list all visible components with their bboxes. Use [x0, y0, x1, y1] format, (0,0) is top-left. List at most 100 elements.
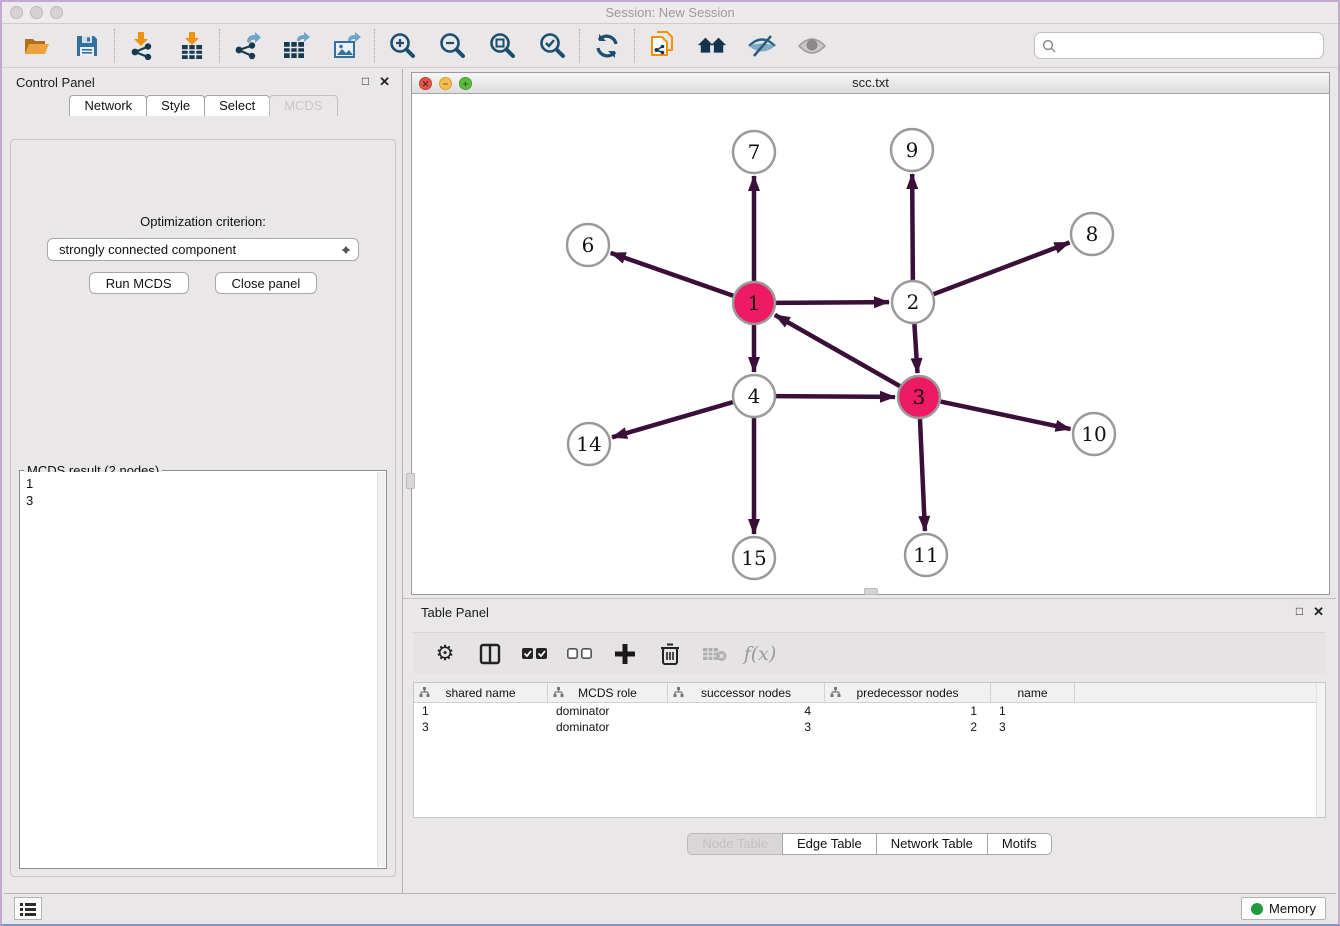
maximize-window-button[interactable] — [50, 6, 63, 19]
svg-text:10: 10 — [1081, 422, 1106, 446]
edge-3-10[interactable] — [941, 402, 1071, 429]
network-frame-titlebar[interactable]: ✕ − + scc.txt — [412, 73, 1329, 94]
close-table-panel-icon[interactable]: ✕ — [1313, 604, 1324, 620]
import-table-icon[interactable] — [177, 31, 207, 61]
node-14[interactable]: 14 — [568, 423, 610, 465]
network-canvas[interactable]: 7 9 6 8 1 2 4 3 14 10 15 11 — [412, 94, 1329, 594]
result-scrollbar[interactable] — [377, 472, 385, 867]
split-columns-icon[interactable] — [476, 640, 504, 668]
application-window: Session: New Session — [0, 0, 1340, 926]
node-1[interactable]: 1 — [733, 282, 775, 324]
export-table-icon[interactable] — [282, 31, 312, 61]
table-scrollbar[interactable] — [1316, 683, 1325, 817]
frame-close-icon[interactable]: ✕ — [419, 77, 432, 90]
horizontal-splitter-handle[interactable] — [864, 588, 878, 595]
tab-select[interactable]: Select — [204, 95, 270, 116]
zoom-selected-icon[interactable] — [537, 31, 567, 61]
edge-1-6[interactable] — [611, 253, 734, 296]
tab-network[interactable]: Network — [69, 95, 147, 116]
zoom-out-icon[interactable] — [437, 31, 467, 61]
close-window-button[interactable] — [10, 6, 23, 19]
edge-3-1[interactable] — [775, 315, 900, 386]
hide-selected-eye-icon[interactable] — [747, 31, 777, 61]
deselect-all-columns-icon[interactable] — [566, 640, 594, 668]
memory-button[interactable]: Memory — [1241, 897, 1326, 920]
delete-column-icon[interactable] — [656, 640, 684, 668]
zoom-fit-icon[interactable] — [487, 31, 517, 61]
column-header-name[interactable]: name — [991, 683, 1075, 702]
show-all-eye-icon[interactable] — [797, 31, 827, 61]
mcds-result-text[interactable]: 1 3 — [21, 472, 377, 867]
cell-predecessor-nodes[interactable]: 1 — [825, 703, 991, 719]
edge-2-3[interactable] — [914, 324, 917, 373]
float-table-panel-icon[interactable]: □ — [1296, 604, 1303, 620]
edge-2-8[interactable] — [934, 243, 1070, 295]
table-tabs: Node TableEdge TableNetwork TableMotifs — [403, 833, 1336, 855]
edge-4-14[interactable] — [612, 402, 733, 437]
tab-network-table[interactable]: Network Table — [876, 833, 987, 855]
search-input[interactable] — [1061, 38, 1323, 53]
frame-minimize-icon[interactable]: − — [439, 77, 452, 90]
search-icon — [1042, 39, 1056, 53]
main-toolbar — [2, 24, 1338, 68]
table-row[interactable]: 1dominator411 — [414, 703, 1325, 719]
settings-gear-icon[interactable]: ⚙ — [431, 640, 459, 668]
cell-shared-name[interactable]: 1 — [414, 703, 548, 719]
column-header-successor-nodes[interactable]: successor nodes — [668, 683, 825, 702]
node-11[interactable]: 11 — [905, 534, 947, 576]
node-9[interactable]: 9 — [891, 129, 933, 171]
cell-MCDS-role[interactable]: dominator — [548, 719, 668, 735]
add-column-icon[interactable] — [611, 640, 639, 668]
refresh-view-icon[interactable] — [592, 31, 622, 61]
column-header-shared-name[interactable]: shared name — [414, 683, 548, 702]
cell-name[interactable]: 1 — [991, 703, 1075, 719]
node-3[interactable]: 3 — [898, 376, 940, 418]
cell-name[interactable]: 3 — [991, 719, 1075, 735]
tab-mcds[interactable]: MCDS — [269, 95, 337, 116]
column-header-MCDS-role[interactable]: MCDS role — [548, 683, 668, 702]
node-7[interactable]: 7 — [733, 131, 775, 173]
import-network-icon[interactable] — [127, 31, 157, 61]
cell-predecessor-nodes[interactable]: 2 — [825, 719, 991, 735]
tab-edge-table[interactable]: Edge Table — [782, 833, 876, 855]
edge-4-3[interactable] — [776, 396, 895, 397]
frame-maximize-icon[interactable]: + — [459, 77, 472, 90]
zoom-in-icon[interactable] — [387, 31, 417, 61]
edge-1-2[interactable] — [776, 302, 889, 303]
cell-successor-nodes[interactable]: 4 — [668, 703, 825, 719]
tab-motifs[interactable]: Motifs — [987, 833, 1052, 855]
node-6[interactable]: 6 — [567, 224, 609, 266]
run-mcds-button[interactable]: Run MCDS — [89, 272, 189, 294]
node-2[interactable]: 2 — [892, 281, 934, 323]
copy-network-icon[interactable] — [647, 31, 677, 61]
criterion-select[interactable]: strongly connected component — [47, 238, 359, 261]
cell-successor-nodes[interactable]: 3 — [668, 719, 825, 735]
node-8[interactable]: 8 — [1071, 213, 1113, 255]
minimize-window-button[interactable] — [30, 6, 43, 19]
home-layout-icon[interactable] — [697, 31, 727, 61]
svg-text:3: 3 — [913, 385, 926, 409]
search-box[interactable] — [1034, 32, 1324, 59]
node-15[interactable]: 15 — [733, 537, 775, 579]
column-header-predecessor-nodes[interactable]: predecessor nodes — [825, 683, 991, 702]
open-file-icon[interactable] — [22, 31, 52, 61]
table-row[interactable]: 3dominator323 — [414, 719, 1325, 735]
network-graph[interactable]: 7 9 6 8 1 2 4 3 14 10 15 11 — [412, 94, 1329, 594]
cell-MCDS-role[interactable]: dominator — [548, 703, 668, 719]
close-panel-icon[interactable]: ✕ — [379, 74, 390, 90]
close-panel-button[interactable]: Close panel — [215, 272, 318, 294]
save-session-icon[interactable] — [72, 31, 102, 61]
edge-2-9[interactable] — [912, 174, 913, 280]
edge-3-11[interactable] — [920, 419, 925, 531]
node-4[interactable]: 4 — [733, 375, 775, 417]
export-image-icon[interactable] — [332, 31, 362, 61]
tab-style[interactable]: Style — [146, 95, 205, 116]
tab-node-table[interactable]: Node Table — [687, 833, 782, 855]
node-10[interactable]: 10 — [1073, 413, 1115, 455]
task-history-button[interactable] — [14, 897, 42, 920]
select-all-columns-icon[interactable] — [521, 640, 549, 668]
vertical-splitter-handle[interactable] — [406, 473, 415, 489]
cell-shared-name[interactable]: 3 — [414, 719, 548, 735]
export-network-icon[interactable] — [232, 31, 262, 61]
float-panel-icon[interactable]: □ — [362, 74, 369, 90]
